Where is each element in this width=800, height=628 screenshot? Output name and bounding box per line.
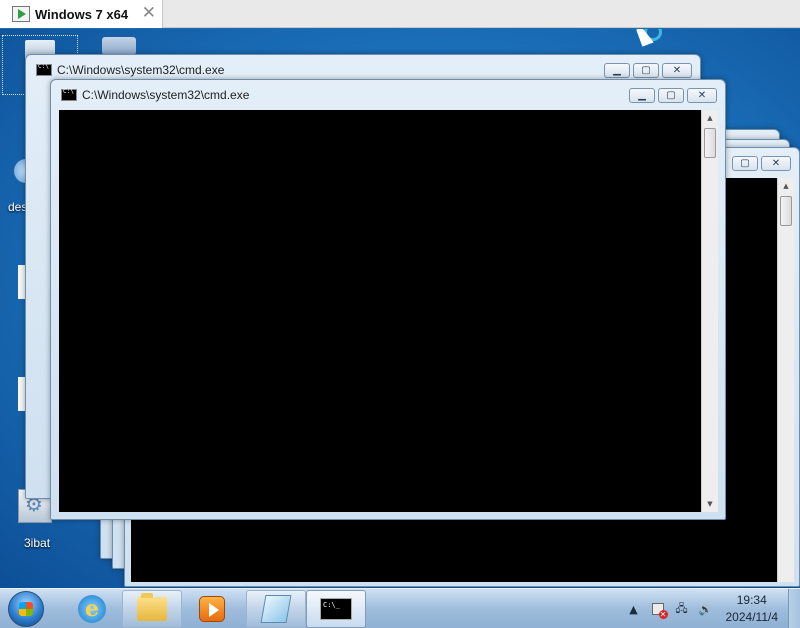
scroll-down-arrow-icon[interactable]: ▼ <box>702 496 718 512</box>
caption-buttons: ▢ ✕ <box>732 156 791 171</box>
window-title: C:\Windows\system32\cmd.exe <box>61 88 249 102</box>
network-icon[interactable]: 🖧 <box>674 601 690 617</box>
scroll-thumb[interactable] <box>780 196 792 226</box>
vm-play-icon <box>12 6 30 22</box>
taskbar-media-player-button[interactable] <box>182 590 242 628</box>
close-button[interactable]: ✕ <box>687 88 717 103</box>
clock[interactable]: 19:34 2024/11/4 <box>726 592 779 626</box>
cmd-icon <box>36 63 52 76</box>
maximize-button[interactable]: ▢ <box>658 88 684 103</box>
taskbar-cmd-button[interactable]: C:\_ <box>306 590 366 628</box>
console-area[interactable] <box>59 110 701 512</box>
volume-icon[interactable]: 🔊 <box>698 601 714 617</box>
desktop-icon-label: 3ibat <box>24 536 51 550</box>
start-button[interactable] <box>8 591 44 627</box>
taskbar-ie-button[interactable]: e <box>62 590 122 628</box>
scrollbar[interactable]: ▲ ▼ <box>701 110 718 512</box>
close-button[interactable]: ✕ <box>761 156 791 171</box>
vm-tab-title: Windows 7 x64 <box>35 6 129 22</box>
minimize-button[interactable]: ▁ <box>629 88 655 103</box>
caption-buttons: ▁ ▢ ✕ <box>629 88 717 103</box>
action-center-flag-icon[interactable] <box>650 601 668 619</box>
scroll-thumb[interactable] <box>704 128 716 158</box>
vm-tab[interactable]: Windows 7 x64 ✕ <box>0 0 163 28</box>
vm-tab-bar: Windows 7 x64 ✕ <box>0 0 800 28</box>
internet-explorer-icon: e <box>78 595 106 623</box>
scrollbar[interactable]: ▲ <box>777 178 794 582</box>
close-button[interactable]: ✕ <box>662 63 692 78</box>
maximize-button[interactable]: ▢ <box>633 63 659 78</box>
cmd-window-active[interactable]: C:\Windows\system32\cmd.exe ▁ ▢ ✕ ▲ ▼ <box>50 79 726 520</box>
close-icon[interactable]: ✕ <box>142 3 156 23</box>
folder-icon <box>137 593 167 621</box>
notepad-icon <box>260 595 292 623</box>
clock-date: 2024/11/4 <box>725 610 779 624</box>
window-title-text: C:\Windows\system32\cmd.exe <box>57 63 225 77</box>
system-tray: ▲ 🖧 🔊 19:34 2024/11/4 <box>618 589 800 628</box>
scroll-up-arrow-icon[interactable]: ▲ <box>702 110 718 126</box>
window-title-text: C:\Windows\system32\cmd.exe <box>82 88 250 102</box>
minimize-button[interactable]: ▁ <box>604 63 630 78</box>
show-hidden-icons-arrow-icon[interactable]: ▲ <box>626 601 642 617</box>
media-player-icon <box>199 596 225 622</box>
show-desktop-button[interactable] <box>788 589 800 628</box>
taskbar-explorer-button[interactable] <box>122 590 182 628</box>
caption-buttons: ▁ ▢ ✕ <box>604 63 692 78</box>
shortcut-icon[interactable] <box>102 37 136 55</box>
taskbar-notepad-button[interactable] <box>246 590 306 628</box>
taskbar: e C:\_ ▲ 🖧 🔊 19:34 2024/11/4 <box>0 588 800 628</box>
desktop: des 3ibat ▢ ✕ ▲ C:\Windows\system32\cmd.… <box>0 29 800 588</box>
maximize-button[interactable]: ▢ <box>732 156 758 171</box>
window-title: C:\Windows\system32\cmd.exe <box>36 63 224 77</box>
cmd-icon: C:\_ <box>320 598 352 620</box>
scroll-up-arrow-icon[interactable]: ▲ <box>778 178 794 194</box>
cmd-icon <box>61 88 77 101</box>
clock-time: 19:34 <box>736 593 767 607</box>
